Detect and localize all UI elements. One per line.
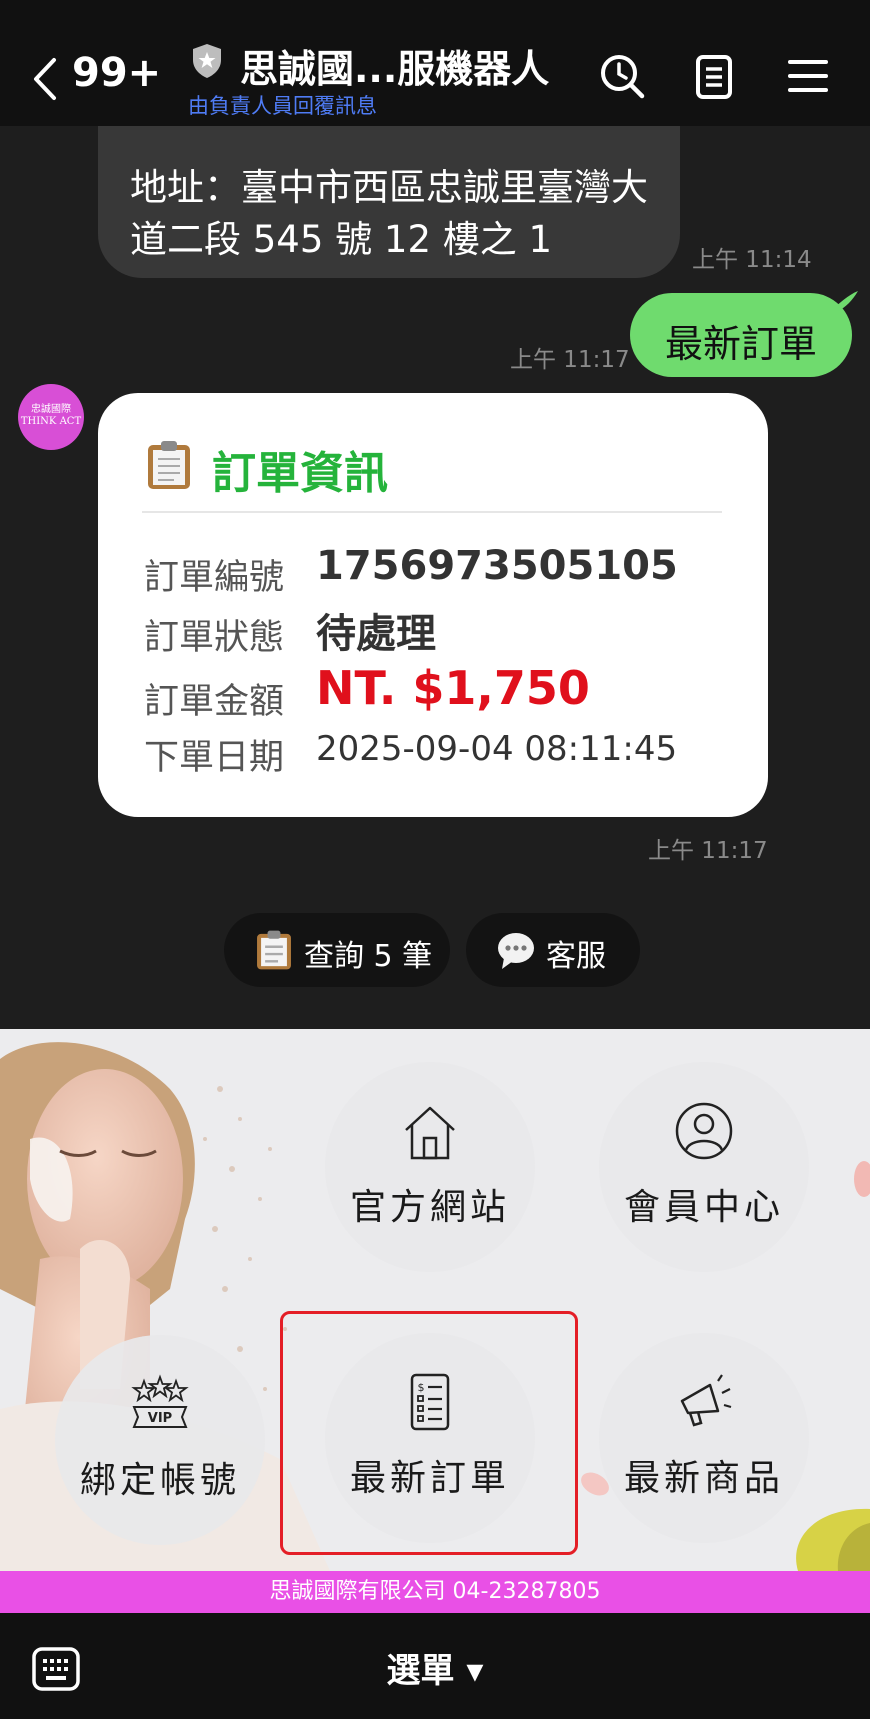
house-icon [405, 1106, 455, 1160]
notes-icon[interactable] [690, 52, 738, 100]
rich-menu: 官方網站 會員中心 VIP 綁定帳號 $ 最新訂單 最新商品 [0, 1029, 870, 1571]
company-footer: 思誠國際有限公司 04-23287805 [0, 1571, 870, 1613]
quick-reply-query[interactable]: 查詢 5 筆 [224, 913, 450, 987]
message-timestamp: 上午 11:17 [510, 347, 630, 373]
address-message-bubble[interactable]: 地址：臺中市西區忠誠里臺灣大道二段 545 號 12 樓之 1 [98, 126, 680, 278]
order-amount-label: 訂單金額 [144, 682, 285, 722]
user-message-bubble[interactable]: 最新訂單 [630, 291, 858, 377]
order-number-label: 訂單編號 [144, 558, 285, 598]
user-message-text: 最新訂單 [664, 322, 817, 366]
quick-reply-label: 客服 [546, 939, 606, 974]
bottom-bar: 選單 ▾ [0, 1613, 870, 1719]
menu-latest-products[interactable]: 最新商品 [599, 1333, 809, 1543]
order-number-value: 1756973505105 [316, 543, 678, 589]
hamburger-menu-icon[interactable] [784, 52, 832, 100]
chat-subtitle: 由負責人員回覆訊息 [188, 94, 377, 118]
quick-reply-label: 查詢 5 筆 [304, 939, 433, 974]
speech-bubble-icon [498, 933, 534, 969]
bubble-tail [830, 291, 858, 311]
menu-item-label: 會員中心 [623, 1187, 784, 1228]
chat-header: 99+ 思誠國...服機器人 由負責人員回覆訊息 [0, 0, 870, 126]
menu-item-label: 官方網站 [349, 1187, 510, 1228]
quick-reply-support[interactable]: 客服 [466, 913, 640, 987]
order-amount-value: NT. $1,750 [316, 661, 590, 715]
svg-text:VIP: VIP [148, 1411, 172, 1426]
order-info-card[interactable]: 訂單資訊 訂單編號 1756973505105 訂單狀態 待處理 訂單金額 NT… [98, 393, 768, 817]
selection-highlight [280, 1311, 578, 1555]
shield-icon [193, 44, 221, 78]
clipboard-icon [148, 441, 190, 489]
petal-decoration [854, 1161, 870, 1197]
vip-icon: VIP [131, 1374, 189, 1428]
order-status-value: 待處理 [316, 611, 436, 657]
menu-official-website[interactable]: 官方網站 [325, 1062, 535, 1272]
order-date-value: 2025-09-04 08:11:45 [316, 729, 678, 769]
megaphone-icon [680, 1374, 732, 1427]
order-date-label: 下單日期 [144, 738, 285, 778]
menu-item-label: 綁定帳號 [79, 1460, 240, 1501]
clipboard-icon [257, 930, 291, 970]
flower-decoration [796, 1508, 870, 1571]
search-icon[interactable] [598, 52, 646, 100]
card-divider [142, 511, 722, 513]
address-message-text: 地址：臺中市西區忠誠里臺灣大道二段 545 號 12 樓之 1 [130, 166, 648, 261]
user-circle-icon [675, 1102, 733, 1160]
unread-count[interactable]: 99+ [72, 50, 161, 96]
bot-avatar[interactable]: 忠誠國際 THINK ACT [18, 384, 84, 450]
avatar-logo-text: 忠誠國際 THINK ACT [20, 404, 82, 427]
order-status-label: 訂單狀態 [144, 618, 285, 658]
message-timestamp: 上午 11:17 [648, 838, 768, 864]
chat-title[interactable]: 思誠國...服機器人 [240, 38, 549, 93]
menu-bind-account[interactable]: VIP 綁定帳號 [55, 1335, 265, 1545]
message-timestamp: 上午 11:14 [692, 247, 812, 273]
menu-member-center[interactable]: 會員中心 [599, 1062, 809, 1272]
menu-item-label: 最新商品 [623, 1458, 784, 1499]
menu-toggle-button[interactable]: 選單 ▾ [0, 1643, 870, 1692]
back-icon[interactable] [30, 56, 60, 102]
order-card-title: 訂單資訊 [212, 448, 388, 499]
